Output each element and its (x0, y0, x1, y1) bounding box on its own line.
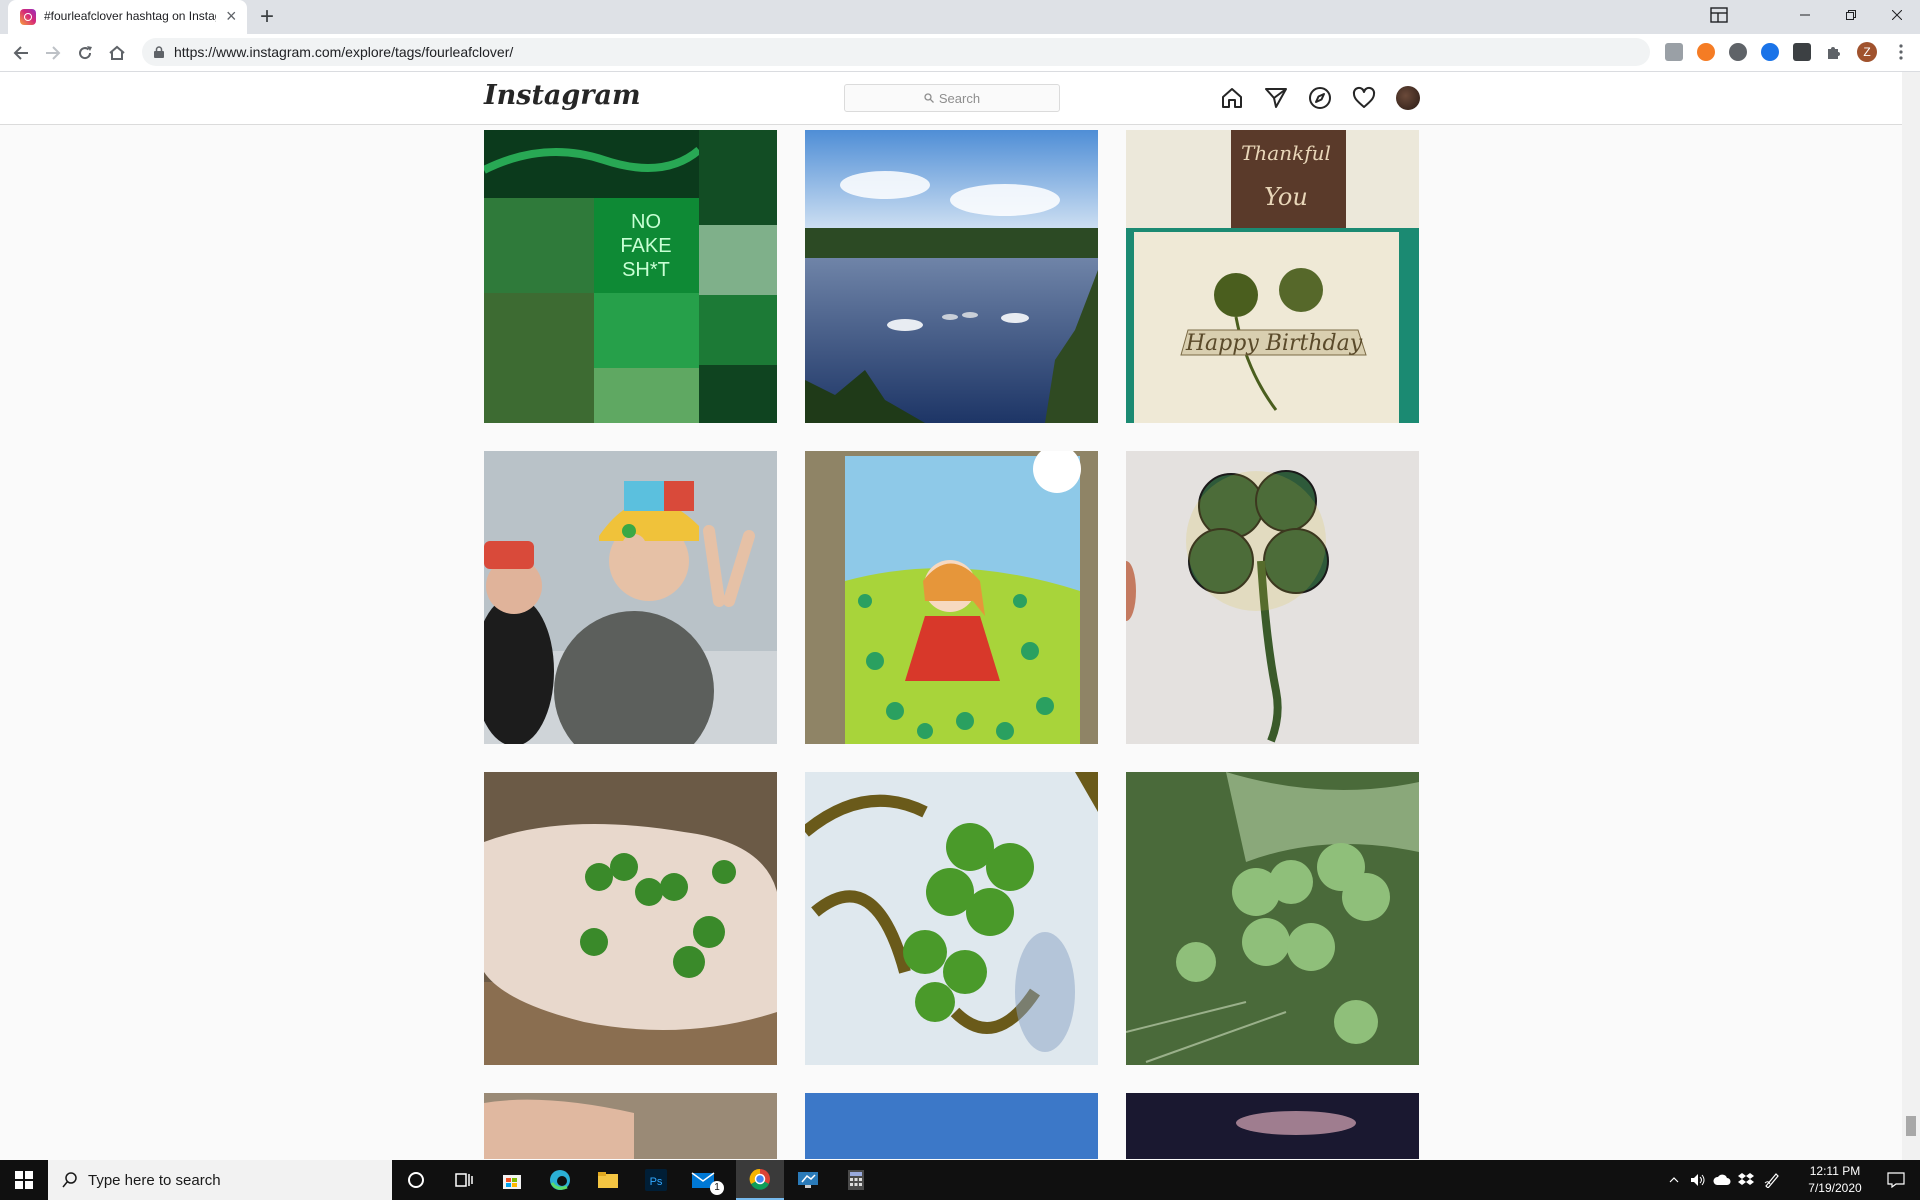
instagram-logo[interactable]: Instagram (484, 80, 641, 111)
post-clover-patch[interactable] (1126, 772, 1419, 1065)
back-icon[interactable] (10, 42, 32, 64)
post-watercolor-girl[interactable] (805, 451, 1098, 744)
post-green-collage[interactable]: NO FAKE SH*T (484, 130, 777, 423)
onedrive-cloud-icon[interactable] (1710, 1160, 1734, 1200)
home-icon[interactable] (1220, 86, 1244, 110)
svg-text:SH*T: SH*T (622, 259, 670, 281)
taskbar-search-box[interactable]: Type here to search (48, 1160, 392, 1200)
post-swans-lake[interactable] (805, 130, 1098, 423)
svg-text:Ps: Ps (650, 1176, 663, 1188)
post-partial-sky[interactable] (805, 1093, 1098, 1159)
tab-strip: #fourleafclover hashtag on Instagram × + (0, 0, 1920, 34)
forward-icon[interactable] (42, 42, 64, 64)
clock-date: 7/19/2020 (1808, 1181, 1862, 1195)
system-clock[interactable]: 12:11 PM 7/19/2020 (1795, 1163, 1875, 1197)
new-tab-button[interactable]: + (260, 3, 274, 31)
profile-avatar[interactable] (1396, 86, 1420, 110)
instagram-header: Instagram Search (0, 72, 1902, 125)
search-icon (924, 93, 934, 103)
reload-icon[interactable] (74, 42, 96, 64)
svg-text:You: You (1264, 183, 1308, 211)
post-partial-hand[interactable] (484, 1093, 777, 1159)
browser-toolbar: https://www.instagram.com/explore/tags/f… (0, 34, 1920, 72)
direct-icon[interactable] (1264, 86, 1288, 110)
action-center-icon[interactable] (1876, 1160, 1916, 1200)
mail-icon[interactable]: 1 (680, 1160, 728, 1200)
post-partial-dark[interactable] (1126, 1093, 1419, 1159)
tab-close-icon[interactable]: × (226, 7, 237, 25)
file-explorer-icon[interactable] (584, 1160, 632, 1200)
cortana-icon[interactable] (392, 1160, 440, 1200)
lock-icon (154, 46, 164, 58)
task-view-icon[interactable] (440, 1160, 488, 1200)
extension-m-icon[interactable] (1761, 43, 1779, 61)
minimize-icon[interactable] (1782, 0, 1828, 30)
clock-time: 12:11 PM (1809, 1164, 1861, 1178)
edge-icon[interactable] (536, 1160, 584, 1200)
search-placeholder: Search (938, 90, 981, 106)
svg-text:Happy Birthday: Happy Birthday (1185, 331, 1363, 356)
instagram-favicon-icon (20, 9, 36, 25)
close-window-icon[interactable] (1874, 0, 1920, 30)
tray-chevron-up-icon[interactable] (1662, 1160, 1686, 1200)
tab-search-icon[interactable] (1696, 0, 1742, 30)
profile-avatar-icon[interactable]: Z (1857, 42, 1877, 62)
url-text: https://www.instagram.com/explore/tags/f… (174, 44, 514, 60)
search-input[interactable]: Search (844, 84, 1060, 112)
page-scrollbar[interactable] (1902, 72, 1920, 1160)
menu-dots-icon[interactable] (1892, 43, 1910, 61)
post-birthday-card[interactable]: Thankful You Happy Birthday (1126, 130, 1419, 423)
extension-circle-icon[interactable] (1729, 43, 1747, 61)
restore-icon[interactable] (1828, 0, 1874, 30)
microsoft-store-icon[interactable] (488, 1160, 536, 1200)
extension-photo-icon[interactable] (1793, 43, 1811, 61)
mail-badge: 1 (710, 1181, 724, 1195)
calculator-icon[interactable] (832, 1160, 880, 1200)
windows-start-icon[interactable] (0, 1160, 48, 1200)
windows-taskbar: Type here to search Ps 1 12:11 PM 7/19/2… (0, 1160, 1920, 1200)
volume-icon[interactable] (1686, 1160, 1710, 1200)
pen-workspace-icon[interactable] (1760, 1160, 1784, 1200)
address-bar[interactable]: https://www.instagram.com/explore/tags/f… (142, 38, 1650, 66)
post-children-clover[interactable] (484, 451, 777, 744)
chrome-icon[interactable] (736, 1160, 784, 1200)
post-clover-lettering[interactable] (805, 772, 1098, 1065)
svg-text:NO: NO (631, 211, 661, 233)
post-clovers-in-hand[interactable] (484, 772, 777, 1065)
svg-text:FAKE: FAKE (620, 235, 671, 257)
activity-icon[interactable] (1352, 86, 1376, 110)
extension-x-icon[interactable] (1697, 43, 1715, 61)
home-button-icon[interactable] (106, 42, 128, 64)
svg-text:Thankful: Thankful (1241, 141, 1331, 165)
dropbox-icon[interactable] (1734, 1160, 1758, 1200)
extension-g-icon[interactable] (1665, 43, 1683, 61)
tab-title: #fourleafclover hashtag on Instagram (44, 9, 216, 23)
taskbar-search-placeholder: Type here to search (88, 1171, 221, 1189)
browser-tab[interactable]: #fourleafclover hashtag on Instagram × (8, 0, 247, 34)
photoshop-icon[interactable]: Ps (632, 1160, 680, 1200)
scrollbar-thumb[interactable] (1906, 1116, 1916, 1136)
post-drawn-clover[interactable] (1126, 451, 1419, 744)
explore-icon[interactable] (1308, 86, 1332, 110)
extensions-puzzle-icon[interactable] (1825, 43, 1843, 61)
taskbar-search-icon (62, 1172, 77, 1188)
remote-desktop-icon[interactable] (784, 1160, 832, 1200)
